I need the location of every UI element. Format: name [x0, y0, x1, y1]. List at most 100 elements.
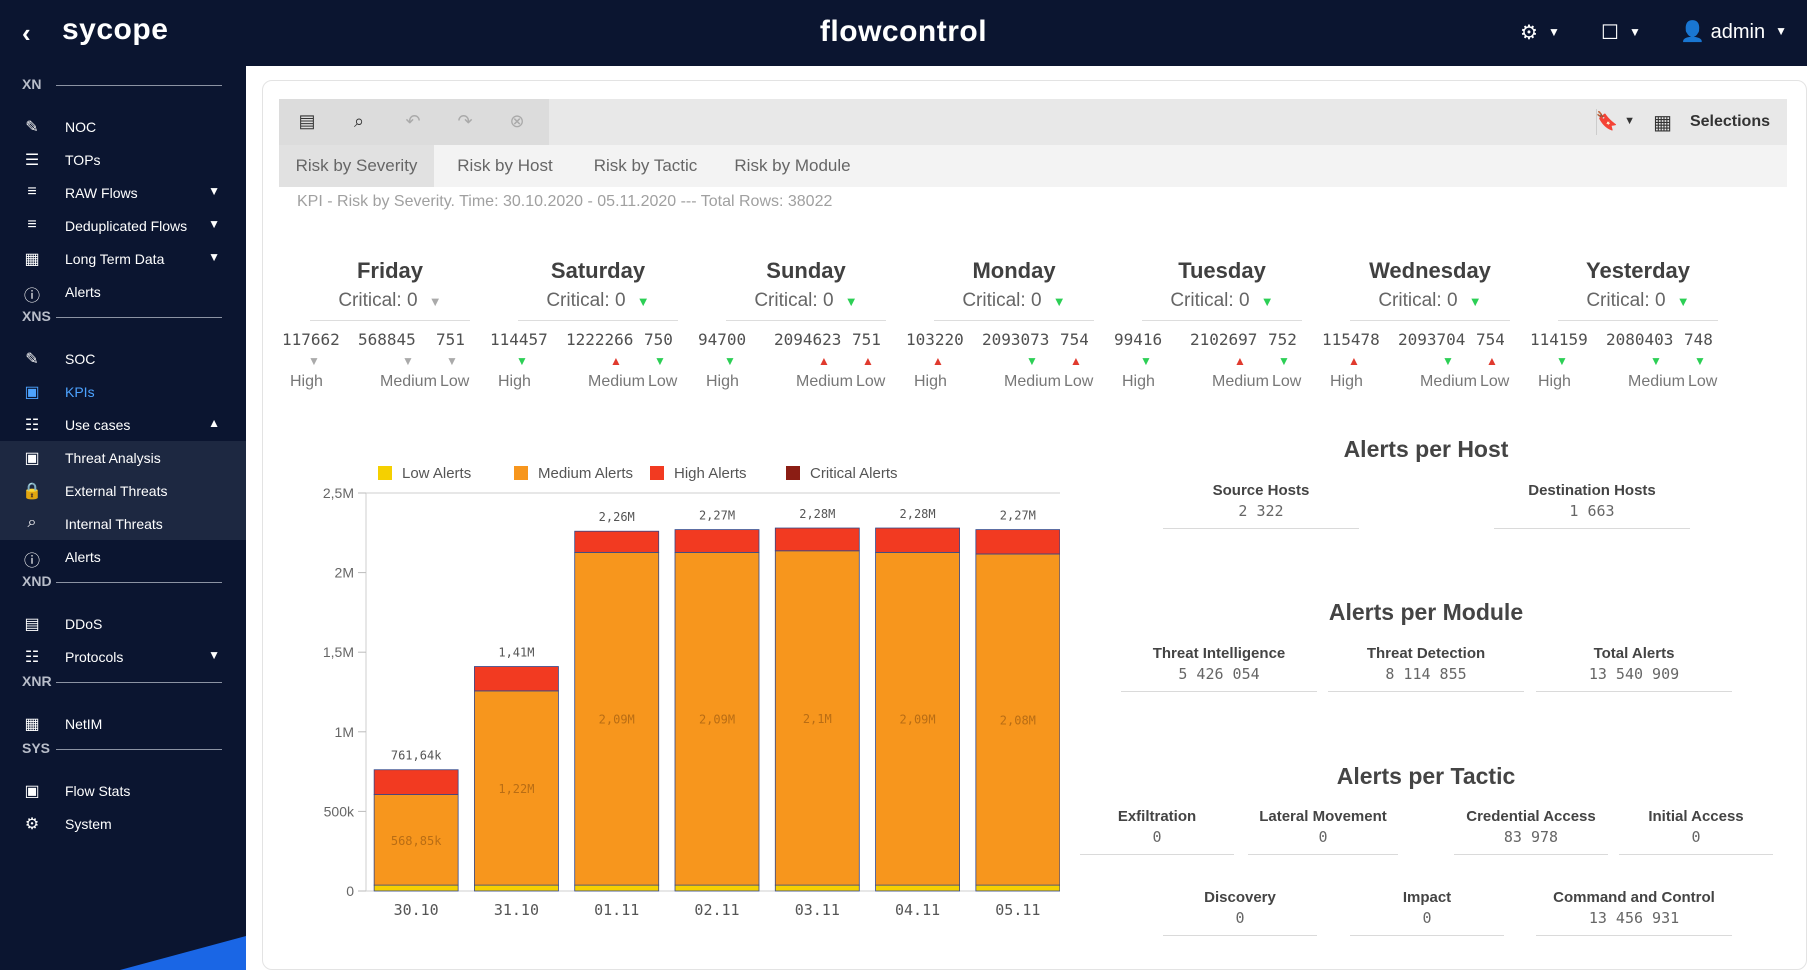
severity-label: Medium	[1212, 373, 1269, 390]
stat-value: 0	[1318, 828, 1328, 846]
stat-label: Credential Access	[1466, 808, 1596, 825]
critical-count: Critical: 0 ▼	[292, 290, 488, 312]
sidebar-item-ddos[interactable]: ▤ DDoS	[0, 607, 246, 640]
selections-button[interactable]: Selections	[1690, 113, 1770, 131]
sidebar-item-deduplicated-flows[interactable]: ≡ Deduplicated Flows ▼	[0, 209, 246, 242]
monitor-icon: ▣	[24, 783, 40, 800]
stat-underline	[1163, 528, 1359, 529]
chevron-up-icon[interactable]: ▲	[208, 416, 220, 430]
sidebar-section-sys: SYS	[22, 740, 51, 756]
sidebar-item-alerts[interactable]: ⓘ Alerts	[0, 540, 246, 573]
severity-label: Medium	[796, 373, 853, 390]
critical-count: Critical: 0 ▼	[1332, 290, 1528, 312]
alert-icon: ⓘ	[23, 288, 40, 305]
lateral-movement-stat: Lateral Movement 0	[1248, 808, 1398, 855]
selections-grid-icon[interactable]: ▦	[1653, 110, 1672, 135]
severity-label: Medium	[588, 373, 645, 390]
bar-segment	[975, 884, 1060, 892]
critical-label: Critical: 0	[338, 290, 418, 311]
user-menu[interactable]: 👤 admin ▼	[1680, 19, 1787, 44]
severity-label: Low	[648, 373, 678, 390]
sidebar-section-xnd: XND	[22, 573, 52, 589]
sidebar-item-label: DDoS	[65, 616, 103, 632]
sidebar-item-flow-stats[interactable]: ▣ Flow Stats	[0, 774, 246, 807]
trend-down-icon: ▼	[1052, 294, 1066, 309]
day-name: Saturday	[550, 258, 646, 283]
day-underline	[310, 320, 470, 321]
chevron-down-icon[interactable]: ▼	[208, 250, 220, 264]
trend-down-icon: ▼	[1676, 294, 1690, 309]
sidebar-item-kpis[interactable]: ▣ KPIs	[0, 375, 246, 408]
bar-segment	[774, 884, 860, 892]
tab-risk-by-module[interactable]: Risk by Module	[715, 145, 870, 187]
sidebar-item-netim[interactable]: ▦ NetIM	[0, 707, 246, 740]
sidebar-item-noc[interactable]: ✎ NOC	[0, 110, 246, 143]
bar-total-label: 2,26M	[599, 510, 635, 524]
sidebar-item-internal-threats[interactable]: ⌕ Internal Threats	[0, 507, 246, 540]
chevron-down-icon: ▼	[1547, 25, 1560, 39]
user-name: admin	[1710, 21, 1766, 43]
tab-risk-by-host[interactable]: Risk by Host	[434, 145, 576, 187]
source-hosts-stat: Source Hosts 2 322	[1163, 482, 1359, 529]
stat-underline	[1494, 528, 1690, 529]
y-tick-label: 0	[346, 883, 354, 899]
sidebar-item-long-term-data[interactable]: ▦ Long Term Data ▼	[0, 242, 246, 275]
threat-intelligence-stat: Threat Intelligence 5 426 054	[1121, 645, 1317, 692]
sidebar-item-soc[interactable]: ✎ SOC	[0, 342, 246, 375]
bar-medium-label: 2,1M	[803, 712, 832, 726]
command-and-control-stat: Command and Control 13 456 931	[1536, 889, 1732, 936]
trend-down-icon: ▼	[1140, 354, 1152, 368]
sidebar-item-threat-analysis[interactable]: ▣ Threat Analysis	[0, 441, 246, 474]
trend-down-icon: ▼	[1694, 354, 1706, 368]
stat-value: 0	[1691, 828, 1701, 846]
severity-value: 7541	[1476, 330, 1504, 349]
messages-menu[interactable]: ☐ ▼	[1601, 20, 1641, 45]
sidebar-item-tops[interactable]: ☰ TOPs	[0, 143, 246, 176]
redo-icon[interactable]: ↷	[453, 111, 477, 133]
y-tick-label: 1,5M	[323, 644, 354, 660]
chevron-down-icon[interactable]: ▼	[208, 184, 220, 198]
search-icon: ⌕	[27, 514, 37, 531]
sidebar-section-xns: XNS	[22, 308, 51, 324]
undo-icon[interactable]: ↶	[401, 111, 425, 133]
stat-value: 0	[1422, 909, 1432, 927]
clear-selections-icon[interactable]: ⊗	[505, 111, 529, 133]
smart-search-icon[interactable]: ⌕	[347, 111, 371, 133]
trend-up-icon: ▲	[862, 354, 874, 368]
trend-down-icon: ▼	[1026, 354, 1038, 368]
bar-segment	[875, 527, 960, 553]
stat-label: Command and Control	[1553, 889, 1715, 906]
chevron-down-icon: ▼	[1775, 24, 1787, 38]
stat-value: 13 540 909	[1588, 665, 1680, 683]
sidebar-item-alerts[interactable]: ⓘ Alerts	[0, 275, 246, 308]
sidebar-item-raw-flows[interactable]: ≡ RAW Flows ▼	[0, 176, 246, 209]
tops-icon: ☰	[24, 152, 40, 169]
sheet-icon[interactable]: ▤	[295, 111, 319, 133]
day-underline	[1142, 320, 1302, 321]
list-icon: ☷	[24, 417, 40, 434]
severity-value: 94700	[698, 330, 747, 349]
bar-total-label: 2,28M	[900, 507, 936, 521]
sidebar-item-label: External Threats	[65, 483, 168, 499]
chevron-down-icon[interactable]: ▼	[208, 217, 220, 231]
legend-swatch	[650, 466, 664, 480]
tab-risk-by-severity[interactable]: Risk by Severity	[279, 145, 434, 187]
settings-menu[interactable]: ⚙ ▼	[1520, 20, 1560, 45]
sidebar-item-use-cases[interactable]: ☷ Use cases ▲	[0, 408, 246, 441]
dedup-flows-icon: ≡	[27, 216, 37, 233]
stat-value: 83 978	[1503, 828, 1559, 846]
sidebar-item-protocols[interactable]: ☷ Protocols ▼	[0, 640, 246, 673]
trend-down-icon: ▼	[636, 294, 650, 309]
trend-neutral-icon: ▼	[308, 354, 320, 368]
sidebar-item-label: NetIM	[65, 716, 103, 732]
trend-down-icon: ▼	[516, 354, 528, 368]
chevron-down-icon[interactable]: ▼	[208, 648, 220, 662]
stat-label: Impact	[1402, 889, 1452, 906]
sidebar-item-system[interactable]: ⚙ System	[0, 807, 246, 840]
trend-up-icon: ▲	[1486, 354, 1498, 368]
bookmark-button[interactable]: 🔖 ▼	[1596, 111, 1635, 132]
severity-label: High	[498, 373, 531, 390]
sidebar-item-label: Alerts	[65, 284, 101, 300]
sidebar-item-external-threats[interactable]: 🔒 External Threats	[0, 474, 246, 507]
tab-risk-by-tactic[interactable]: Risk by Tactic	[576, 145, 715, 187]
